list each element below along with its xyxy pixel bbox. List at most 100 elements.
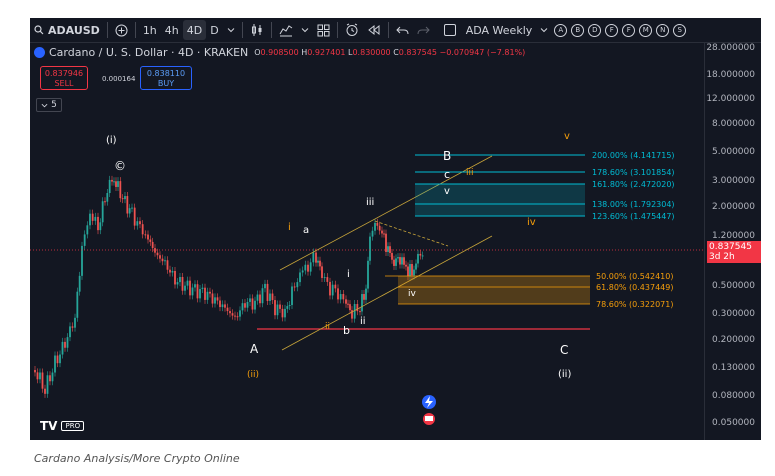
- candle-body: [179, 276, 181, 283]
- candle-body: [288, 305, 291, 307]
- chart-type-button[interactable]: [246, 20, 268, 40]
- wave-label-A: A: [250, 342, 259, 356]
- indicators-button[interactable]: [275, 20, 297, 40]
- circle-button-f2[interactable]: F: [622, 23, 636, 37]
- wave-label-i-white: i: [347, 269, 350, 280]
- candle-body: [184, 285, 186, 291]
- toolbar-divider: [134, 22, 136, 38]
- circle-button-n[interactable]: N: [656, 23, 670, 37]
- indicators-collapse-button[interactable]: 5: [36, 98, 62, 112]
- timeframe-4h[interactable]: 4h: [161, 20, 183, 40]
- legend-row: Cardano / U. S. Dollar · 4D · KRAKEN O0.…: [34, 46, 525, 59]
- timeframe-d[interactable]: D: [206, 20, 222, 40]
- candle-body: [151, 241, 154, 249]
- open-value: 0.908500: [260, 48, 299, 57]
- toolbar-divider: [387, 22, 389, 38]
- candle-body: [331, 284, 334, 296]
- layout-checkbox[interactable]: [440, 20, 460, 40]
- layout-dropdown[interactable]: [536, 20, 552, 40]
- candle-body: [231, 313, 234, 316]
- candle-body: [301, 270, 304, 273]
- candle-body: [329, 281, 331, 296]
- undo-button[interactable]: [392, 20, 413, 40]
- candle-body: [409, 264, 411, 277]
- circle-button-f1[interactable]: F: [605, 23, 619, 37]
- candle-body: [399, 257, 401, 265]
- alarm-icon: [346, 23, 358, 36]
- templates-button[interactable]: [313, 20, 334, 40]
- change-value: −0.070947 (−7.81%): [439, 48, 526, 57]
- candle-body: [339, 294, 342, 300]
- collapse-count: 5: [51, 100, 57, 110]
- search-icon: [34, 25, 44, 35]
- candle-body: [164, 260, 166, 262]
- candle-body: [307, 264, 309, 272]
- wave-label-v-orange: v: [564, 131, 570, 142]
- rewind-icon: [367, 24, 380, 36]
- candle-body: [104, 201, 106, 203]
- lightning-icon[interactable]: [422, 395, 436, 409]
- candle-body: [236, 316, 239, 318]
- circle-button-m[interactable]: M: [639, 23, 653, 37]
- sell-button[interactable]: 0.837946 SELL: [40, 66, 88, 90]
- axis-tick: 2.000000: [712, 202, 755, 212]
- candle-body: [356, 303, 359, 312]
- candle-body: [61, 341, 64, 355]
- candle-body: [367, 260, 369, 289]
- candle-body: [226, 307, 229, 312]
- candle-body: [211, 293, 214, 304]
- fib-lower-zone: [398, 276, 590, 304]
- candle-body: [234, 315, 236, 317]
- circle-button-b[interactable]: B: [571, 23, 585, 37]
- fib-upper-label-161: 161.80% (2.472020): [592, 180, 675, 189]
- candle-body: [97, 216, 99, 231]
- timeframe-4d[interactable]: 4D: [182, 20, 207, 40]
- candle-body: [256, 294, 259, 301]
- candle-body: [385, 233, 387, 252]
- candle-body: [81, 245, 83, 276]
- cardano-logo-icon: [34, 47, 45, 58]
- indicators-dropdown[interactable]: [297, 20, 313, 40]
- candle-body: [393, 259, 395, 266]
- candle-body: [293, 286, 296, 288]
- candle-body: [86, 225, 89, 235]
- axis-tick: 5.000000: [712, 147, 755, 157]
- buy-price: 0.838110: [146, 69, 186, 78]
- layout-name[interactable]: ADA Weekly: [462, 20, 537, 40]
- price-chart[interactable]: 200.00% (4.141715) 178.60% (3.101854) 16…: [30, 43, 761, 440]
- alert-button[interactable]: [341, 20, 363, 40]
- candle-body: [101, 201, 104, 223]
- circle-button-s[interactable]: S: [673, 23, 687, 37]
- chevron-down-icon: [301, 28, 309, 33]
- candle-body: [51, 372, 54, 382]
- replay-button[interactable]: [363, 20, 385, 40]
- candle-body: [44, 388, 46, 394]
- symbol-title[interactable]: Cardano / U. S. Dollar · 4D · KRAKEN: [49, 46, 248, 59]
- flag-icon[interactable]: [423, 413, 435, 425]
- toolbar-divider: [336, 22, 338, 38]
- candle-body: [181, 276, 184, 291]
- candle-body: [209, 291, 211, 294]
- timeframe-dropdown[interactable]: [223, 20, 239, 40]
- wave-label-iv-orange: iv: [527, 217, 536, 228]
- candle-body: [121, 198, 124, 200]
- timeframe-1h[interactable]: 1h: [139, 20, 161, 40]
- candle-body: [312, 252, 315, 263]
- circle-button-d[interactable]: D: [588, 23, 602, 37]
- symbol-label: ADAUSD: [48, 23, 100, 37]
- symbol-search-button[interactable]: ADAUSD: [30, 20, 104, 40]
- buy-button[interactable]: 0.838110 BUY: [140, 66, 192, 90]
- circle-button-a[interactable]: A: [554, 23, 568, 37]
- candle-body: [281, 308, 284, 318]
- candle-body: [144, 234, 147, 236]
- image-caption: Cardano Analysis/More Crypto Online: [34, 452, 240, 465]
- candle-body: [106, 193, 109, 202]
- candle-body: [194, 284, 196, 288]
- wave-label-iii-orange: iii: [466, 168, 474, 178]
- candle-body: [337, 288, 339, 300]
- toolbar-divider: [241, 22, 243, 38]
- compare-button[interactable]: [111, 20, 132, 40]
- candle-body: [397, 257, 399, 259]
- wave-label-ii-white: ii: [360, 316, 366, 327]
- redo-button[interactable]: [413, 20, 434, 40]
